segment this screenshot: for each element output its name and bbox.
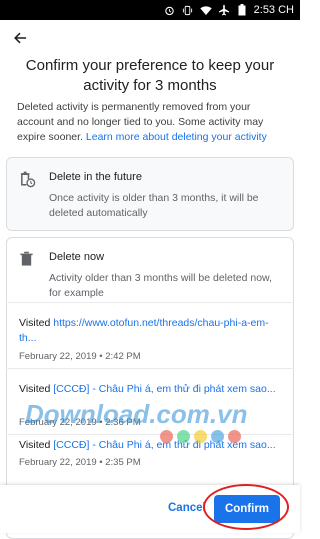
divider <box>6 302 294 303</box>
watermark-dot <box>177 430 190 443</box>
trash-clock-icon <box>19 171 36 188</box>
action-footer: Cancel Confirm <box>0 485 300 533</box>
visit-prefix: Visited <box>19 383 51 395</box>
divider <box>6 434 294 435</box>
now-body: Activity older than 3 months will be del… <box>49 272 272 299</box>
vibrate-icon <box>182 4 194 16</box>
wifi-icon <box>199 4 212 16</box>
visit-link[interactable]: https://www.otofun.net/threads/chau-phi-… <box>19 317 269 344</box>
visit-prefix: Visited <box>19 439 51 451</box>
watermark-dots <box>160 430 241 443</box>
divider <box>6 368 294 369</box>
watermark-dot <box>211 430 224 443</box>
watermark-logo: Download.com.vn <box>25 399 248 429</box>
cancel-button[interactable]: Cancel <box>168 502 206 514</box>
watermark-dot <box>160 430 173 443</box>
list-item[interactable]: Visited [CCCĐ] - Châu Phi á, em thử đi p… <box>19 382 286 397</box>
learn-more-link[interactable]: Learn more about deleting your activity <box>86 131 267 143</box>
list-item[interactable]: Visited [CCCĐ] - Châu Phi á, em thử đi p… <box>19 438 286 453</box>
future-heading: Delete in the future <box>49 171 142 183</box>
delete-in-future-card[interactable]: Delete in the future Once activity is ol… <box>6 157 294 231</box>
alarm-icon <box>164 4 176 16</box>
status-bar: 2:53 CH <box>0 0 300 20</box>
list-item[interactable]: Visited https://www.otofun.net/threads/c… <box>19 316 286 346</box>
watermark-dot <box>194 430 207 443</box>
trash-icon <box>19 251 35 267</box>
visit-prefix: Visited <box>19 317 51 329</box>
airplane-icon <box>218 4 230 16</box>
confirm-button[interactable]: Confirm <box>214 495 280 523</box>
future-body: Once activity is older than 3 months, it… <box>49 192 259 219</box>
back-arrow-icon[interactable] <box>10 28 30 48</box>
page-title: Confirm your preference to keep your act… <box>25 57 275 94</box>
visit-link[interactable]: [CCCĐ] - Châu Phi á, em thử đi phát xem … <box>53 383 275 395</box>
watermark-dot <box>228 430 241 443</box>
status-time: 2:53 CH <box>253 4 294 16</box>
visit-time: February 22, 2019 • 2:42 PM <box>19 351 141 362</box>
description: Deleted activity is permanently removed … <box>17 100 286 145</box>
visit-time: February 22, 2019 • 2:35 PM <box>19 457 141 468</box>
now-heading: Delete now <box>49 251 105 263</box>
battery-icon <box>236 4 248 16</box>
